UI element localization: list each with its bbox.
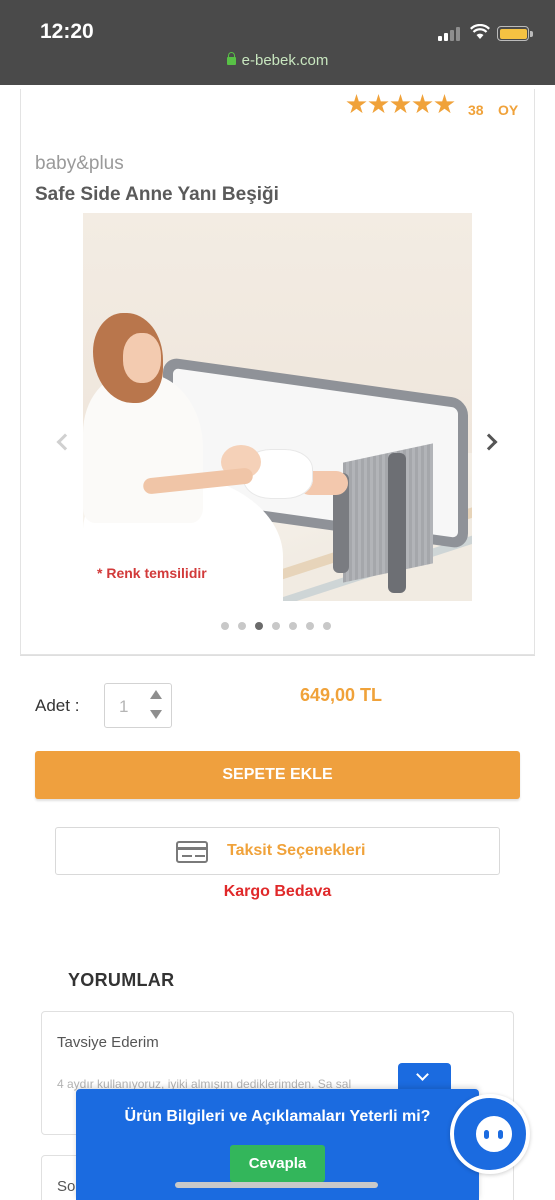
carousel-dot[interactable] xyxy=(221,622,229,630)
chevron-down-icon xyxy=(416,1068,429,1081)
decrement-icon[interactable] xyxy=(150,710,162,719)
carousel-dot[interactable] xyxy=(306,622,314,630)
review-title: Tavsiye Ederim xyxy=(57,1034,159,1051)
star-icon xyxy=(368,94,389,114)
status-bar: 12:20 e-bebek.com xyxy=(0,0,555,85)
star-icon xyxy=(434,94,455,114)
review-count[interactable]: 38 xyxy=(468,102,484,118)
free-shipping-text: Kargo Bedava xyxy=(223,883,332,900)
carousel-dot[interactable] xyxy=(289,622,297,630)
url-text: e-bebek.com xyxy=(241,52,329,69)
reviews-heading: YORUMLAR xyxy=(68,970,175,990)
image-caption: * Renk temsilidir xyxy=(97,565,207,581)
quantity-stepper[interactable]: 1 xyxy=(104,683,172,728)
battery-icon xyxy=(497,26,533,41)
lock-icon xyxy=(226,52,236,65)
star-icon xyxy=(390,94,411,114)
star-icon xyxy=(412,94,433,114)
credit-card-icon xyxy=(176,841,208,863)
review-unit[interactable]: OY xyxy=(498,102,518,118)
add-to-cart-button[interactable]: SEPETE EKLE xyxy=(35,751,520,799)
divider xyxy=(20,655,535,656)
star-icon xyxy=(346,94,367,114)
review-title: So xyxy=(57,1178,76,1195)
chevron-right-icon xyxy=(480,433,498,451)
installment-label: Taksit Seçenekleri xyxy=(227,842,366,859)
rating-stars[interactable] xyxy=(346,94,455,115)
carousel-dot-active[interactable] xyxy=(255,622,263,630)
increment-icon[interactable] xyxy=(150,690,162,699)
installment-options-button[interactable]: Taksit Seçenekleri xyxy=(55,827,500,875)
home-indicator[interactable] xyxy=(175,1182,378,1188)
wifi-icon xyxy=(470,24,490,39)
carousel-dot[interactable] xyxy=(323,622,331,630)
survey-question: Ürün Bilgileri ve Açıklamaları Yeterli m… xyxy=(124,1108,431,1125)
carousel-next-button[interactable] xyxy=(478,428,506,456)
url-bar[interactable]: e-bebek.com xyxy=(0,52,555,69)
product-price: 649,00 TL xyxy=(300,685,383,705)
status-time: 12:20 xyxy=(40,20,94,43)
quantity-value[interactable]: 1 xyxy=(119,697,128,717)
chevron-left-icon xyxy=(56,433,74,451)
signal-icon xyxy=(438,27,460,41)
product-image[interactable]: * Renk temsilidir xyxy=(83,213,472,601)
carousel-dot[interactable] xyxy=(238,622,246,630)
quantity-label: Adet : xyxy=(35,696,80,715)
answer-button[interactable]: Cevapla xyxy=(230,1145,325,1182)
product-title: Safe Side Anne Yanı Beşiği xyxy=(35,184,279,205)
carousel-dots xyxy=(221,622,331,630)
chat-bot-icon[interactable] xyxy=(450,1094,530,1174)
product-brand[interactable]: baby&plus xyxy=(35,153,124,175)
carousel-prev-button[interactable] xyxy=(48,428,76,456)
carousel-dot[interactable] xyxy=(272,622,280,630)
